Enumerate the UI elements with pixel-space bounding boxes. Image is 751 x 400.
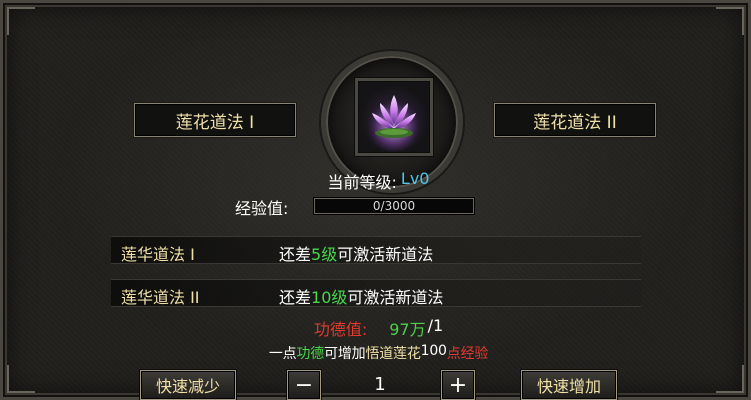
fast-increase-button[interactable]: 快速增加: [521, 370, 617, 400]
hint-part: 功德: [296, 346, 325, 362]
plus-button[interactable]: +: [441, 370, 475, 400]
level-value: Lv0: [400, 169, 430, 188]
requirement-prefix: 还差: [279, 288, 312, 307]
minus-button[interactable]: −: [287, 370, 321, 400]
requirement-path-name: 莲华道法 II: [121, 288, 200, 307]
path-tab-label: 莲花道法 I: [175, 112, 255, 133]
path-tab-lotus-1[interactable]: 莲花道法 I: [134, 103, 296, 137]
merit-label: 功德值:: [313, 320, 368, 339]
path-tab-label: 莲花道法 II: [533, 112, 617, 133]
hint-part: 悟道莲花: [365, 346, 421, 362]
merit-value: 97万: [389, 320, 426, 339]
hint-part: 点经验: [446, 346, 489, 362]
merit-cost: /1: [427, 316, 444, 335]
requirement-row: 莲华道法 II 还差10级可激活新道法: [111, 279, 641, 307]
requirement-prefix: 还差: [279, 245, 312, 264]
lotus-emblem: [355, 78, 433, 156]
frame-corner-ornament: [7, 365, 35, 393]
requirement-row: 莲华道法 I 还差5级可激活新道法: [111, 236, 641, 264]
experience-bar-text: 0/3000: [372, 199, 416, 213]
quantity-value: 1: [374, 374, 386, 395]
merit-row: 功德值: 97万 /1: [3, 316, 751, 340]
frame-corner-ornament: [716, 365, 744, 393]
requirement-suffix: 可激活新道法: [337, 245, 434, 264]
fast-decrease-button[interactable]: 快速减少: [140, 370, 236, 400]
requirement-path-name: 莲华道法 I: [121, 245, 195, 264]
experience-label: 经验值:: [235, 199, 289, 218]
requirement-suffix: 可激活新道法: [347, 288, 444, 307]
purple-lotus-icon: [364, 91, 424, 151]
cultivation-panel: 莲花道法 I 莲花道法 II 当前等级: Lv0 经验值: 0/3000 莲华道…: [0, 0, 751, 400]
frame-corner-ornament: [716, 7, 744, 35]
requirement-text: 还差5级可激活新道法: [279, 241, 433, 265]
conversion-hint: 一点 功德 可增加 悟道莲花 100 点经验: [3, 343, 751, 363]
path-tab-lotus-2[interactable]: 莲花道法 II: [494, 103, 656, 137]
requirement-text: 还差10级可激活新道法: [279, 284, 443, 308]
hint-part: 一点: [268, 346, 297, 362]
frame-corner-ornament: [7, 7, 35, 35]
hint-part: 可增加: [324, 346, 366, 362]
level-label: 当前等级:: [327, 173, 397, 192]
current-level: 当前等级: Lv0: [3, 169, 751, 193]
hint-part: 100: [420, 343, 447, 359]
requirement-level-needed: 5级: [311, 245, 338, 264]
experience-bar: 0/3000: [314, 198, 474, 214]
requirement-level-needed: 10级: [311, 288, 348, 307]
